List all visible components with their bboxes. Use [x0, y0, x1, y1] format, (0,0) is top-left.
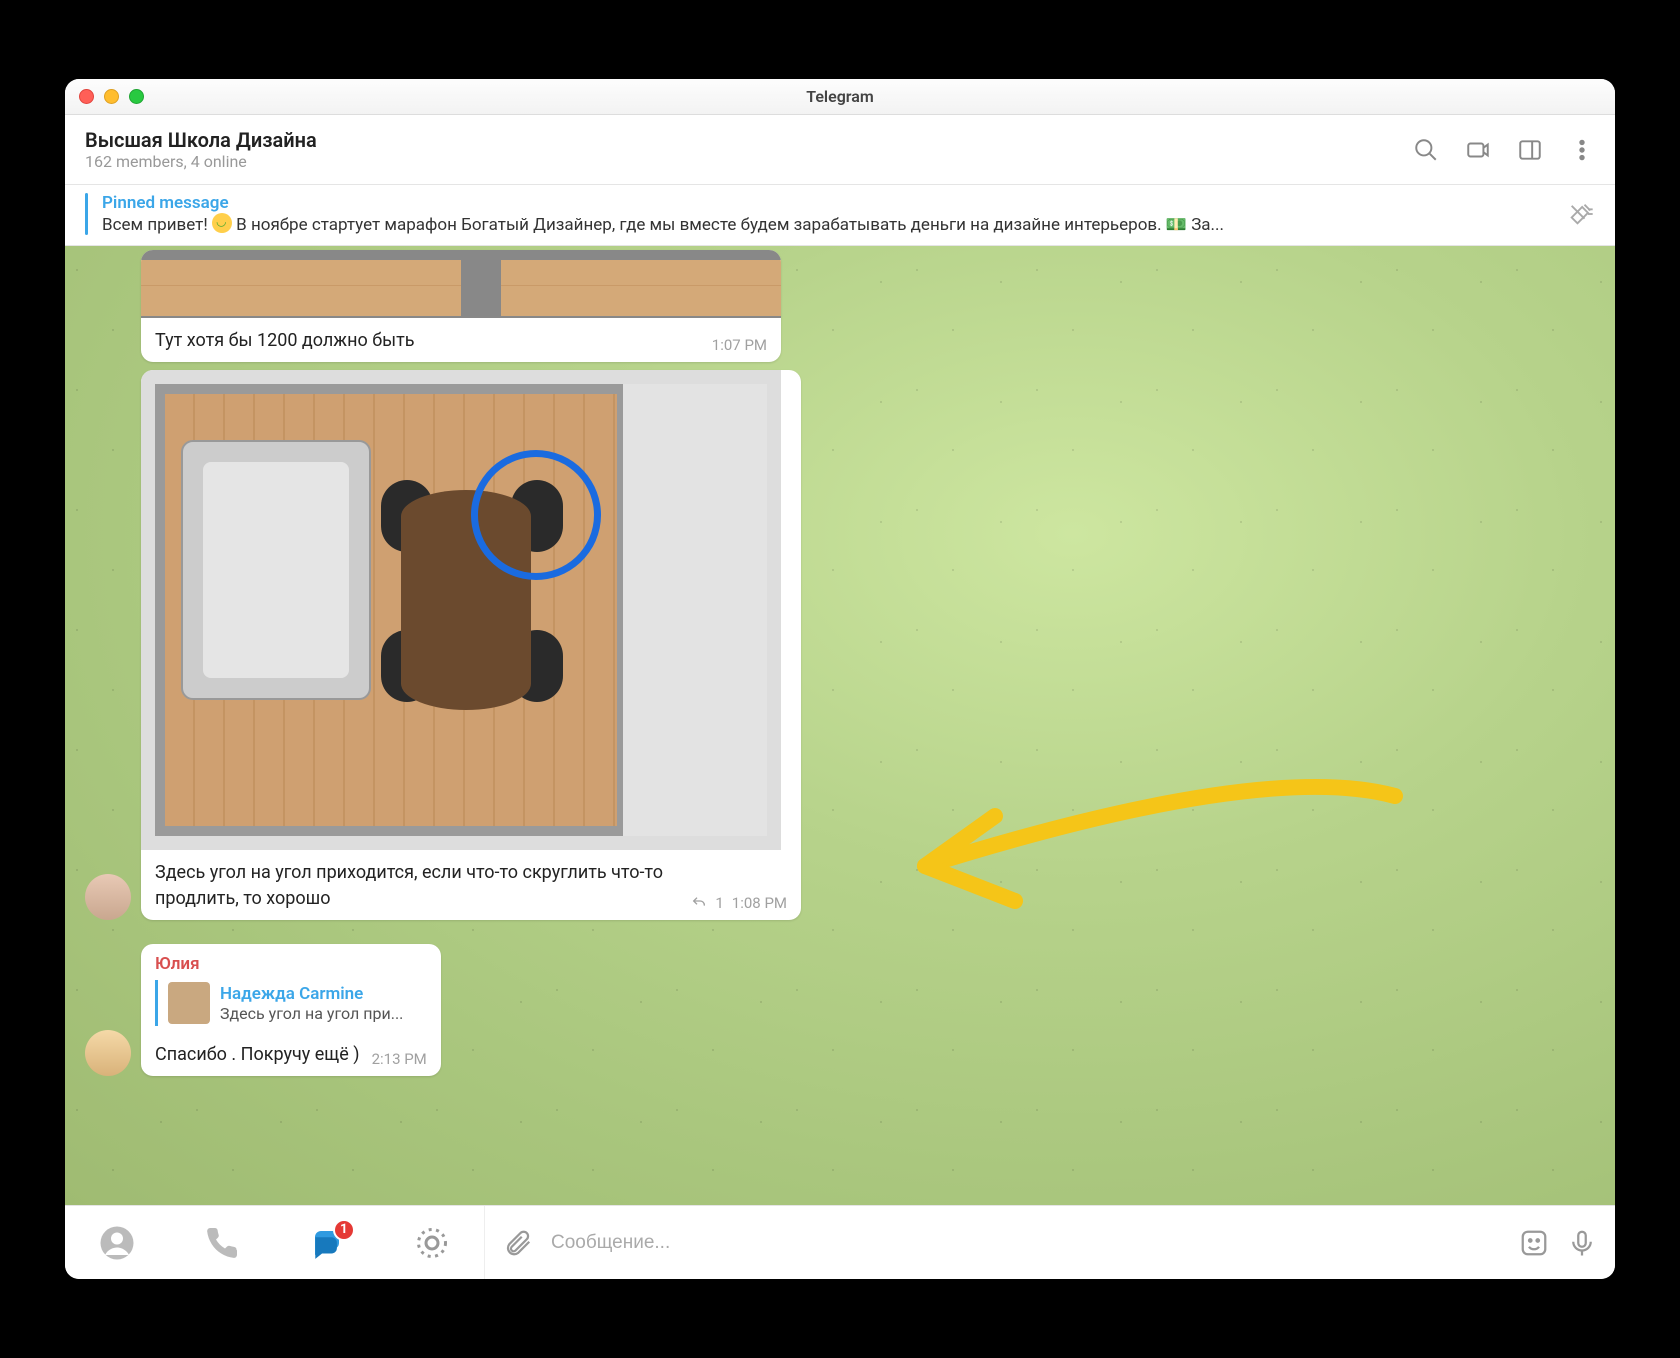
video-chat-icon[interactable]: [1465, 137, 1491, 163]
reply-author: Надежда Carmine: [220, 984, 403, 1004]
message-meta: 1:07 PM: [712, 336, 767, 354]
pinned-label: Pinned message: [102, 193, 1553, 213]
pinned-accent-bar: [85, 193, 88, 235]
message-list: Тут хотя бы 1200 должно быть 1:07 PM: [65, 246, 1615, 1100]
sidebar-icon[interactable]: [1517, 137, 1543, 163]
message-time: 1:08 PM: [732, 894, 787, 912]
sender-name: Юлия: [141, 944, 441, 974]
smile-emoji-icon: [212, 213, 232, 233]
search-icon[interactable]: [1413, 137, 1439, 163]
message-bubble[interactable]: Юлия Надежда Carmine Здесь угол на угол …: [141, 944, 441, 1076]
chat-title: Высшая Школа Дизайна: [85, 128, 1401, 152]
chats-icon[interactable]: 1: [309, 1225, 345, 1261]
avatar[interactable]: [85, 874, 131, 920]
message-image-floorplan[interactable]: [141, 370, 781, 850]
reply-snippet: Здесь угол на угол при...: [220, 1004, 403, 1023]
titlebar: Telegram: [65, 79, 1615, 115]
reply-quote[interactable]: Надежда Carmine Здесь угол на угол при..…: [155, 980, 427, 1026]
mic-icon[interactable]: [1567, 1228, 1597, 1258]
pinned-text-before: Всем привет!: [102, 215, 212, 235]
window-title: Telegram: [65, 87, 1615, 106]
chat-subtitle: 162 members, 4 online: [85, 152, 1401, 171]
pinned-message[interactable]: Pinned message Всем привет! В ноябре ста…: [65, 185, 1615, 246]
message-time: 1:07 PM: [712, 336, 767, 354]
reply-count: 1: [715, 894, 723, 912]
message-row: Тут хотя бы 1200 должно быть 1:07 PM: [65, 246, 1615, 366]
header-actions: [1413, 137, 1595, 163]
message-text: Здесь угол на угол приходится, если что-…: [155, 860, 679, 912]
chat-area[interactable]: Тут хотя бы 1200 должно быть 1:07 PM: [65, 246, 1615, 1205]
message-input[interactable]: [551, 1232, 1501, 1254]
message-bubble[interactable]: Тут хотя бы 1200 должно быть 1:07 PM: [141, 250, 781, 362]
message-text: Спасибо . Покручу ещё ): [155, 1042, 360, 1068]
pinned-text-after: В ноябре стартует марафон Богатый Дизайн…: [232, 215, 1224, 235]
chat-header: Высшая Школа Дизайна 162 members, 4 onli…: [65, 115, 1615, 185]
message-row: Юлия Надежда Carmine Здесь угол на угол …: [65, 940, 1615, 1080]
message-bubble[interactable]: Здесь угол на угол приходится, если что-…: [141, 370, 801, 920]
message-meta: 1 1:08 PM: [691, 894, 787, 912]
chat-info[interactable]: Высшая Школа Дизайна 162 members, 4 onli…: [85, 128, 1401, 171]
message-meta: 2:13 PM: [372, 1050, 427, 1068]
footer-bar: 1: [65, 1205, 1615, 1279]
reply-thumbnail: [168, 982, 210, 1024]
footer-nav: 1: [65, 1206, 485, 1279]
avatar[interactable]: [85, 1030, 131, 1076]
message-row: Здесь угол на угол приходится, если что-…: [65, 366, 1615, 924]
attach-icon[interactable]: [503, 1228, 533, 1258]
message-image-thumbnail[interactable]: [141, 250, 781, 318]
message-time: 2:13 PM: [372, 1050, 427, 1068]
pinned-body: Pinned message Всем привет! В ноябре ста…: [102, 193, 1553, 235]
compose-area: [485, 1206, 1615, 1279]
pinned-text: Всем привет! В ноябре стартует марафон Б…: [102, 213, 1553, 235]
message-text: Тут хотя бы 1200 должно быть: [155, 328, 700, 354]
pin-list-icon[interactable]: [1567, 200, 1595, 228]
calls-icon[interactable]: [204, 1225, 240, 1261]
unread-badge: 1: [333, 1219, 355, 1241]
more-icon[interactable]: [1569, 137, 1595, 163]
settings-icon[interactable]: [414, 1225, 450, 1261]
sticker-icon[interactable]: [1519, 1228, 1549, 1258]
reply-icon: [691, 895, 707, 911]
app-window: Telegram Высшая Школа Дизайна 162 member…: [65, 79, 1615, 1279]
contacts-icon[interactable]: [99, 1225, 135, 1261]
